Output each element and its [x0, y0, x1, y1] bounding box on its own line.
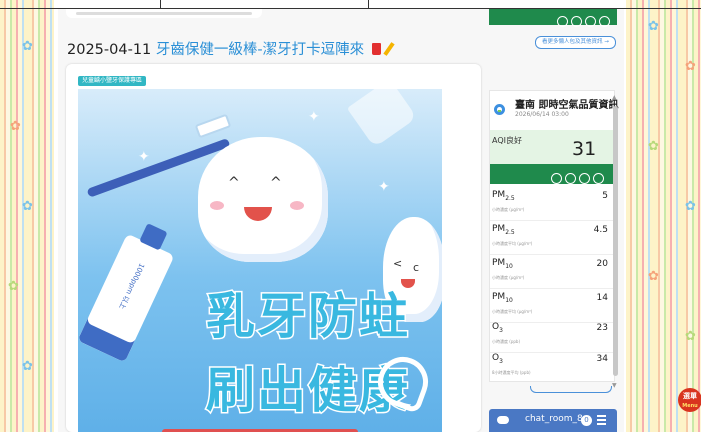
- aqi-title: 臺南 即時空氣品質資訊: [515, 100, 619, 111]
- pollutant-row: O3 小時濃度 (ppb) 23: [490, 319, 613, 353]
- flower-decoration-icon: ✿: [685, 329, 696, 344]
- chat-room-name: chat_room_8: [525, 414, 583, 424]
- sparkle-icon: ✦: [138, 149, 150, 165]
- tooth-character-large: ^ ^: [198, 137, 328, 262]
- toothbrush-head: [194, 113, 232, 139]
- top-header-strip: [0, 0, 701, 9]
- flower-decoration-icon: ✿: [22, 39, 33, 54]
- post-date: 2025-04-11: [67, 42, 152, 58]
- sparkle-icon: ✦: [378, 179, 390, 195]
- previous-widget-icon-bar: [489, 9, 617, 27]
- scroll-down-icon[interactable]: ▼: [612, 382, 617, 389]
- more-info-link[interactable]: 看更多懶人包及其他資訊 →: [535, 36, 616, 49]
- pollutant-row: PM10 小時濃度平均 (μg/m³) 14: [490, 289, 613, 323]
- flower-decoration-icon: ✿: [8, 279, 19, 294]
- chat-room-widget[interactable]: chat_room_8 0: [489, 409, 617, 432]
- activity-icon: [551, 173, 562, 184]
- cloud-icon: [497, 416, 509, 424]
- aqi-activity-icon-bar: [490, 164, 613, 184]
- people-icon: [585, 16, 596, 27]
- flower-decoration-icon: ✿: [22, 199, 33, 214]
- flower-decoration-icon: ✿: [648, 19, 659, 34]
- aqi-timestamp: 2026/06/14 03:00: [515, 111, 569, 118]
- post-poster-image[interactable]: ✦ ✦ ✦ ^ ^ < c 1000ppm 以上 乳牙防蛀 刷出健康: [78, 89, 442, 432]
- aqi-value: 31: [572, 138, 597, 160]
- sparkle-icon: ✦: [308, 109, 320, 125]
- post-title[interactable]: 2025-04-11 牙齒保健一級棒-潔牙打卡逗陣來: [67, 38, 395, 59]
- pollutant-row: PM10 小時濃度 (μg/m³) 20: [490, 255, 613, 289]
- window-icon: [593, 173, 604, 184]
- pollutant-row: PM2.5 小時濃度 (μg/m³) 5: [490, 187, 613, 221]
- aqi-logo-icon: [494, 104, 505, 115]
- people-icon: [579, 173, 590, 184]
- pollutant-row: O3 8小時濃度平均 (ppb) 34: [492, 353, 608, 375]
- poster-headline-line1: 乳牙防蛀: [204, 287, 410, 347]
- aqi-more-link[interactable]: [530, 386, 612, 393]
- activity-icon: [557, 16, 568, 27]
- scrollbar-thumb[interactable]: [613, 106, 618, 376]
- window-icon: [599, 16, 610, 27]
- previous-post-card: [66, 9, 262, 18]
- bike-icon: [565, 173, 576, 184]
- category-tag[interactable]: 兒童齲小鹽牙保護專區: [78, 76, 147, 86]
- post-title-link[interactable]: 牙齒保健一級棒-潔牙打卡逗陣來: [156, 42, 364, 58]
- chat-count-badge: 0: [581, 415, 592, 426]
- floating-menu-button[interactable]: 選單 Menu: [678, 388, 701, 412]
- flower-decoration-icon: ✿: [22, 359, 33, 374]
- cup-illustration: [346, 89, 418, 148]
- flower-decoration-icon: ✿: [648, 139, 659, 154]
- scroll-up-icon[interactable]: ▲: [612, 94, 617, 101]
- aqi-status-label: AQI良好: [492, 136, 522, 145]
- bike-icon: [571, 16, 582, 27]
- pollutant-row: PM2.5 小時濃度平均 (μg/m³) 4.5: [490, 221, 613, 255]
- flower-decoration-icon: ✿: [10, 119, 21, 134]
- trash-icon: [371, 43, 381, 55]
- aqi-scrollbar[interactable]: ▲ ▼: [612, 94, 619, 390]
- toothpaste-label: 1000ppm 以上: [117, 261, 146, 311]
- flower-decoration-icon: ✿: [685, 59, 696, 74]
- hamburger-menu-icon[interactable]: [597, 415, 606, 425]
- flower-decoration-icon: ✿: [685, 199, 696, 214]
- flower-decoration-icon: ✿: [648, 269, 659, 284]
